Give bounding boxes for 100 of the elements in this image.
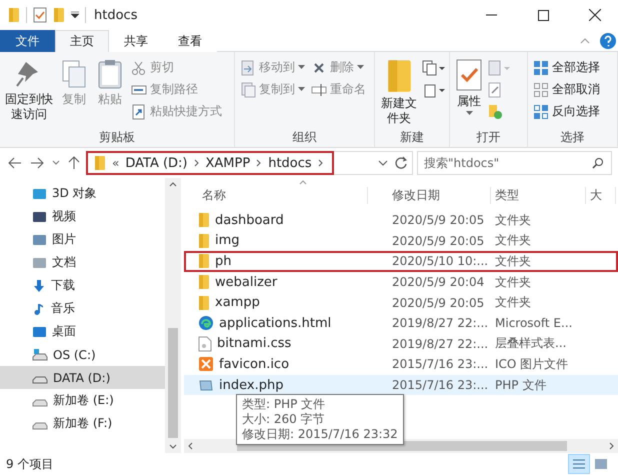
overflow-chevron[interactable]: « — [112, 156, 120, 170]
chevron-icon — [256, 159, 262, 167]
sidebar-item[interactable]: 下载 — [0, 274, 165, 297]
sidebar-item[interactable]: 新加卷 (F:) — [0, 412, 165, 435]
sidebar-item[interactable]: 新加卷 (E:) — [0, 389, 165, 412]
folder-icon — [198, 274, 210, 290]
file-name: img — [215, 233, 240, 248]
document-icon — [198, 336, 212, 352]
dropdown-icon[interactable] — [71, 11, 79, 19]
caret-icon — [298, 87, 305, 92]
file-row[interactable]: img 2020/5/9 20:05 文件夹 — [184, 230, 618, 252]
sidebar-label: OS (C:) — [53, 348, 96, 362]
column-header[interactable]: 名称 — [198, 187, 368, 204]
folder-icon — [94, 155, 106, 171]
sidebar-item[interactable]: 3D 对象 — [0, 182, 165, 205]
scrollbar[interactable] — [165, 178, 181, 453]
properties-icon[interactable] — [33, 7, 47, 23]
dropdown-icon[interactable] — [378, 160, 388, 166]
up-button[interactable] — [66, 154, 82, 172]
type-cell-text: 文件夹 — [494, 274, 532, 291]
type-cell-text: 文件夹 — [494, 212, 532, 229]
file-row[interactable]: favicon.ico 2015/7/16 23:... ICO 图片文件 — [184, 354, 618, 375]
breadcrumb[interactable]: DATA (D:) — [125, 156, 188, 170]
forward-button[interactable] — [28, 155, 46, 171]
up-arrow-icon — [68, 156, 80, 170]
sidebar-label: 新加卷 (F:) — [53, 415, 112, 432]
sidebar-item[interactable]: 音乐 — [0, 297, 165, 320]
sidebar-label: DATA (D:) — [53, 370, 110, 384]
type-cell-text: 文件夹 — [494, 232, 532, 250]
easy-access-icon[interactable] — [422, 82, 446, 98]
sidebar-item[interactable]: DATA (D:) — [0, 366, 165, 389]
file-row[interactable]: dashboard 2020/5/9 20:05 文件夹 — [184, 210, 618, 231]
date-cell-text: 2019/8/27 22:... — [391, 336, 490, 351]
column-header[interactable]: 修改日期 — [388, 187, 491, 204]
date-cell-text: 2019/8/27 22:... — [391, 316, 490, 330]
file-row[interactable]: webalizer 2020/5/9 20:04 文件夹 — [184, 272, 618, 292]
close-icon — [589, 9, 601, 21]
ribbon-button[interactable]: 新建文件夹 — [378, 56, 420, 128]
document-icon — [32, 256, 47, 270]
ribbon-button[interactable]: 全部取消 — [531, 80, 602, 99]
ribbon-tab[interactable]: 查看 — [163, 30, 217, 52]
breadcrumb[interactable]: XAMPP — [206, 156, 250, 170]
ribbon-tab[interactable]: 文件 — [0, 30, 55, 52]
column-header[interactable]: 大 — [586, 187, 616, 204]
sidebar-item[interactable]: 视频 — [0, 205, 165, 228]
search-field[interactable]: 搜索"htdocs" — [417, 151, 612, 175]
edit-icon[interactable] — [487, 82, 503, 98]
scroll-down-icon[interactable] — [169, 444, 177, 449]
file-name: webalizer — [215, 274, 278, 290]
type-cell-text: 层叠样式表... — [494, 335, 568, 352]
caret-icon — [298, 65, 305, 70]
sidebar-item[interactable]: 文档 — [0, 251, 165, 274]
column-header[interactable]: 类型 — [491, 187, 586, 204]
music-icon — [32, 302, 46, 316]
list-icon — [572, 458, 586, 470]
scroll-up-icon[interactable] — [169, 182, 177, 187]
desktop-icon — [32, 324, 47, 338]
file-row[interactable]: xampp 2020/5/9 20:05 文件夹 — [184, 292, 618, 313]
sidebar-label: 下载 — [51, 277, 75, 294]
file-name: bitnami.css — [217, 336, 292, 352]
group-label: 选择 — [560, 129, 586, 146]
sidebar-item[interactable]: 图片 — [0, 228, 165, 251]
caret-icon — [357, 65, 364, 70]
collapse-icon[interactable] — [580, 38, 590, 44]
new-item-icon[interactable] — [422, 60, 446, 76]
ribbon-button[interactable]: 属性 — [453, 56, 485, 118]
back-button[interactable] — [6, 155, 24, 171]
drive-icon — [32, 348, 48, 362]
ribbon-button[interactable]: 全部选择 — [531, 58, 602, 77]
chevron-icon — [52, 160, 60, 166]
ribbon-button[interactable]: 反向选择 — [531, 102, 602, 121]
address-bar[interactable]: « DATA (D:) XAMPP htdocs — [86, 151, 413, 175]
grid-icon — [533, 60, 549, 76]
sidebar-label: 图片 — [52, 231, 76, 248]
history-icon[interactable] — [487, 104, 503, 120]
help-icon[interactable] — [600, 32, 616, 48]
chevron-icon — [194, 159, 200, 167]
file-row[interactable]: applications.html 2019/8/27 22:... Microsoft E... — [184, 312, 618, 334]
refresh-icon[interactable] — [394, 156, 408, 170]
type-cell-text: 文件夹 — [494, 294, 532, 312]
ribbon-button[interactable]: 固定到快速访问 — [3, 56, 55, 124]
forward-arrow-icon — [30, 157, 44, 169]
sidebar-label: 视频 — [52, 208, 76, 225]
details-view-button[interactable] — [568, 454, 590, 474]
type-cell-text: ICO 图片文件 — [494, 356, 570, 373]
file-row[interactable]: bitnami.css 2019/8/27 22:... 层叠样式表... — [184, 334, 618, 354]
breadcrumb[interactable]: htdocs — [268, 156, 312, 170]
file-name: applications.html — [219, 316, 332, 331]
ribbon-tab[interactable]: 主页 — [55, 30, 109, 52]
group-label: 剪贴板 — [98, 129, 136, 146]
ribbon-tab[interactable]: 共享 — [109, 30, 163, 52]
sidebar-item[interactable]: OS (C:) — [0, 343, 165, 366]
sidebar-item[interactable]: 桌面 — [0, 320, 165, 343]
file-row[interactable]: ph 2020/5/10 10:... 文件夹 — [184, 251, 618, 272]
tooltip-line: 大小: 260 字节 — [242, 412, 326, 427]
scroll-right-icon[interactable] — [609, 442, 614, 450]
rename-icon — [311, 82, 327, 98]
file-row[interactable]: index.php 2015/7/16 23:... PHP 文件 — [184, 374, 618, 396]
scroll-left-icon[interactable] — [188, 442, 193, 450]
group-label: 新建 — [399, 129, 425, 146]
